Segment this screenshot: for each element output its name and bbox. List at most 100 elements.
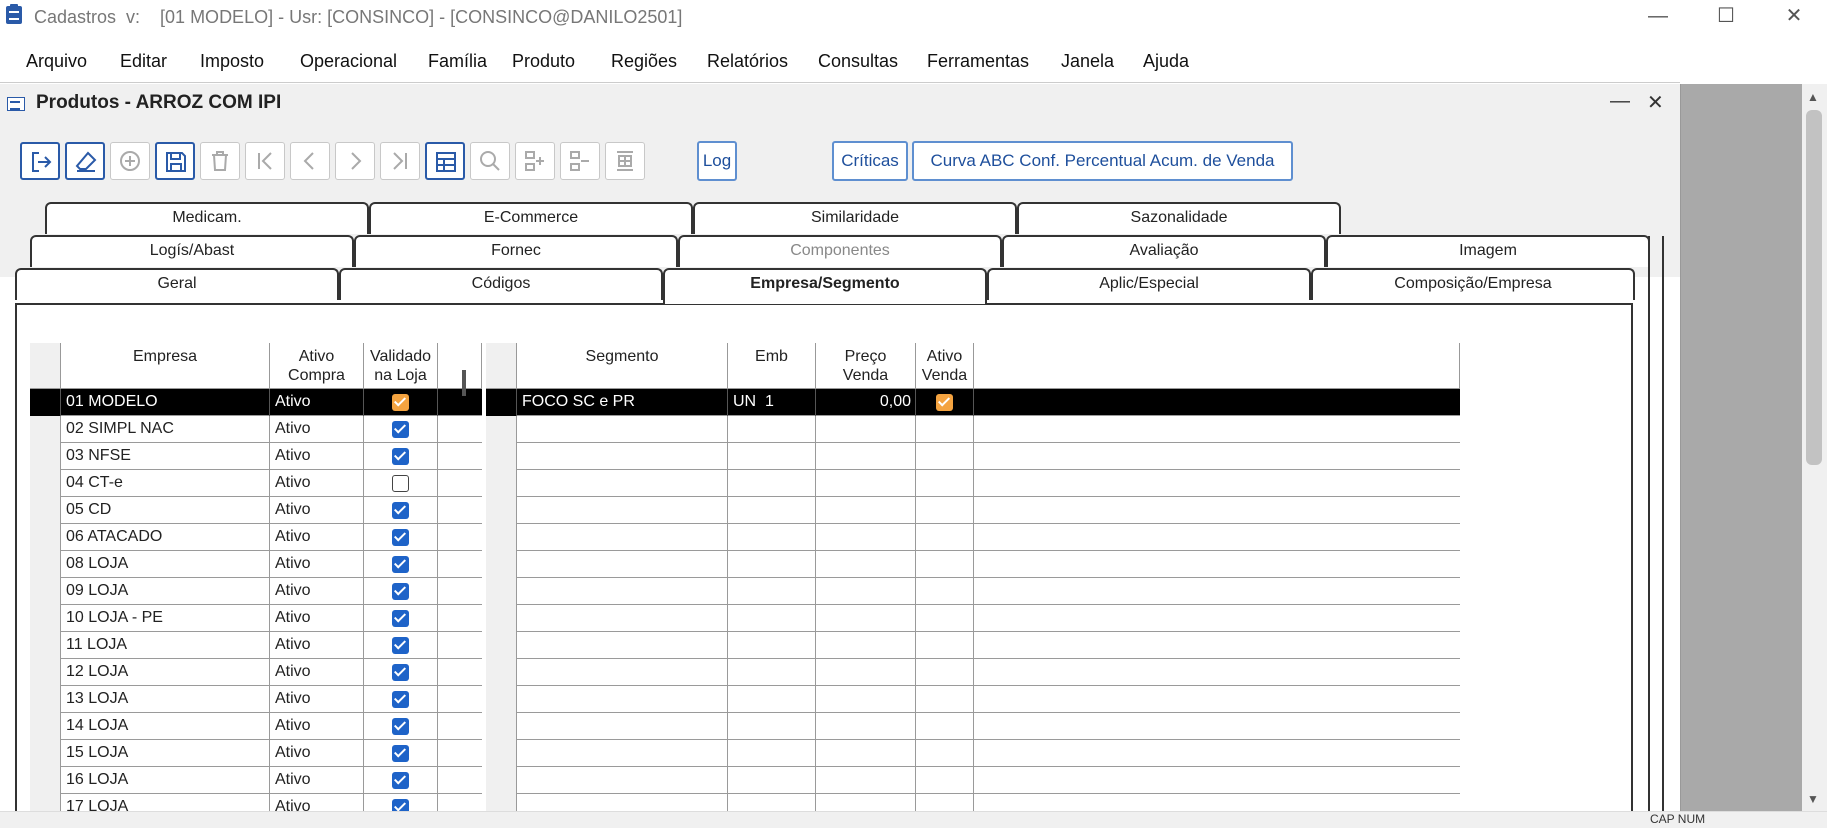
menu-produto[interactable]: Produto <box>512 51 575 72</box>
cell-ativo-venda[interactable] <box>916 524 974 551</box>
cell-preco-venda[interactable] <box>816 470 916 497</box>
scroll-thumb[interactable] <box>1806 110 1822 465</box>
table-row[interactable]: 01 MODELO Ativo <box>30 389 482 416</box>
cell-preco-venda[interactable] <box>816 632 916 659</box>
menu-arquivo[interactable]: Arquivo <box>26 51 87 72</box>
menu-janela[interactable]: Janela <box>1061 51 1114 72</box>
first-record-button[interactable] <box>245 142 285 180</box>
row-header[interactable] <box>30 767 61 794</box>
empty-row[interactable] <box>486 767 1460 794</box>
cell-segmento[interactable] <box>517 713 728 740</box>
row-header[interactable] <box>486 767 517 794</box>
table-row[interactable]: 11 LOJA Ativo <box>30 632 482 659</box>
table-row[interactable]: 06 ATACADO Ativo <box>30 524 482 551</box>
cell-ativo-compra[interactable]: Ativo <box>270 524 364 551</box>
tab-sazonalidade[interactable]: Sazonalidade <box>1017 202 1341 234</box>
validado-checkbox[interactable] <box>392 583 409 600</box>
empty-row[interactable] <box>486 632 1460 659</box>
empty-row[interactable] <box>486 416 1460 443</box>
cell-ativo-compra[interactable]: Ativo <box>270 443 364 470</box>
validado-checkbox[interactable] <box>392 529 409 546</box>
cell-validado[interactable] <box>364 470 438 497</box>
cell-segmento[interactable] <box>517 524 728 551</box>
empty-row[interactable] <box>486 470 1460 497</box>
cell-preco-venda[interactable]: 0,00 <box>816 389 916 416</box>
col-ativo-compra[interactable]: Ativo Compra <box>270 343 364 389</box>
menu-imposto[interactable]: Imposto <box>200 51 264 72</box>
validado-checkbox[interactable] <box>392 394 409 411</box>
last-record-button[interactable] <box>380 142 420 180</box>
menu-ajuda[interactable]: Ajuda <box>1143 51 1189 72</box>
minimize-button[interactable]: — <box>1623 0 1693 34</box>
cell-emb[interactable] <box>728 605 816 632</box>
empty-row[interactable] <box>486 686 1460 713</box>
cell-ativo-venda[interactable] <box>916 578 974 605</box>
cell-emb[interactable] <box>728 551 816 578</box>
cell-ativo-venda[interactable] <box>916 740 974 767</box>
menu-familia[interactable]: Família <box>428 51 487 72</box>
tab-similaridade[interactable]: Similaridade <box>693 202 1017 234</box>
cell-empresa[interactable]: 13 LOJA <box>61 686 270 713</box>
cell-empresa[interactable]: 14 LOJA <box>61 713 270 740</box>
cell-preco-venda[interactable] <box>816 497 916 524</box>
validado-checkbox[interactable] <box>392 475 409 492</box>
delete-button[interactable] <box>200 142 240 180</box>
row-header[interactable] <box>30 686 61 713</box>
cell-segmento[interactable] <box>517 632 728 659</box>
table-row[interactable]: FOCO SC e PR UN 1 0,00 <box>486 389 1460 416</box>
cell-empresa[interactable]: 03 NFSE <box>61 443 270 470</box>
cell-ativo-venda[interactable] <box>916 389 974 416</box>
validado-checkbox[interactable] <box>392 556 409 573</box>
cell-ativo-compra[interactable]: Ativo <box>270 740 364 767</box>
table-row[interactable]: 09 LOJA Ativo <box>30 578 482 605</box>
cell-validado[interactable] <box>364 551 438 578</box>
row-header[interactable] <box>486 740 517 767</box>
cell-emb[interactable] <box>728 659 816 686</box>
cell-ativo-venda[interactable] <box>916 659 974 686</box>
save-button[interactable] <box>155 142 195 180</box>
validado-checkbox[interactable] <box>392 745 409 762</box>
cell-segmento[interactable]: FOCO SC e PR <box>517 389 728 416</box>
cell-validado[interactable] <box>364 443 438 470</box>
row-header[interactable] <box>486 578 517 605</box>
exit-button[interactable] <box>20 142 60 180</box>
empty-row[interactable] <box>486 578 1460 605</box>
vertical-scrollbar[interactable]: ▲ ▼ <box>1802 84 1827 811</box>
validado-checkbox[interactable] <box>392 718 409 735</box>
grid-scroll-indicator[interactable] <box>462 370 466 396</box>
tab-aplic-especial[interactable]: Aplic/Especial <box>987 268 1311 300</box>
col-ativo-venda[interactable]: Ativo Venda <box>916 343 974 389</box>
remove-row-button[interactable] <box>560 142 600 180</box>
empty-row[interactable] <box>486 497 1460 524</box>
cell-validado[interactable] <box>364 578 438 605</box>
row-header[interactable] <box>30 713 61 740</box>
row-header[interactable] <box>486 416 517 443</box>
log-button[interactable]: Log <box>697 141 737 181</box>
row-header[interactable] <box>486 659 517 686</box>
table-row[interactable]: 12 LOJA Ativo <box>30 659 482 686</box>
menu-operacional[interactable]: Operacional <box>300 51 397 72</box>
cell-empresa[interactable]: 05 CD <box>61 497 270 524</box>
row-header[interactable] <box>30 632 61 659</box>
col-preco-venda[interactable]: Preço Venda <box>816 343 916 389</box>
cell-segmento[interactable] <box>517 767 728 794</box>
col-emb[interactable]: Emb <box>728 343 816 389</box>
cell-preco-venda[interactable] <box>816 524 916 551</box>
cell-ativo-compra[interactable]: Ativo <box>270 497 364 524</box>
cell-ativo-compra[interactable]: Ativo <box>270 551 364 578</box>
cell-ativo-compra[interactable]: Ativo <box>270 578 364 605</box>
segmento-grid[interactable]: Segmento Emb Preço Venda Ativo Venda FOCO … <box>486 343 1460 821</box>
cell-emb[interactable]: UN 1 <box>728 389 816 416</box>
table-row[interactable]: 08 LOJA Ativo <box>30 551 482 578</box>
tab-empresa-segmento[interactable]: Empresa/Segmento <box>663 268 987 304</box>
row-header[interactable] <box>30 443 61 470</box>
cell-segmento[interactable] <box>517 497 728 524</box>
table-row[interactable]: 10 LOJA - PE Ativo <box>30 605 482 632</box>
cell-segmento[interactable] <box>517 470 728 497</box>
cell-empresa[interactable]: 10 LOJA - PE <box>61 605 270 632</box>
cell-empresa[interactable]: 02 SIMPL NAC <box>61 416 270 443</box>
table-row[interactable]: 16 LOJA Ativo <box>30 767 482 794</box>
tab-avaliacao[interactable]: Avaliação <box>1002 235 1326 267</box>
cell-segmento[interactable] <box>517 740 728 767</box>
add-button[interactable] <box>110 142 150 180</box>
